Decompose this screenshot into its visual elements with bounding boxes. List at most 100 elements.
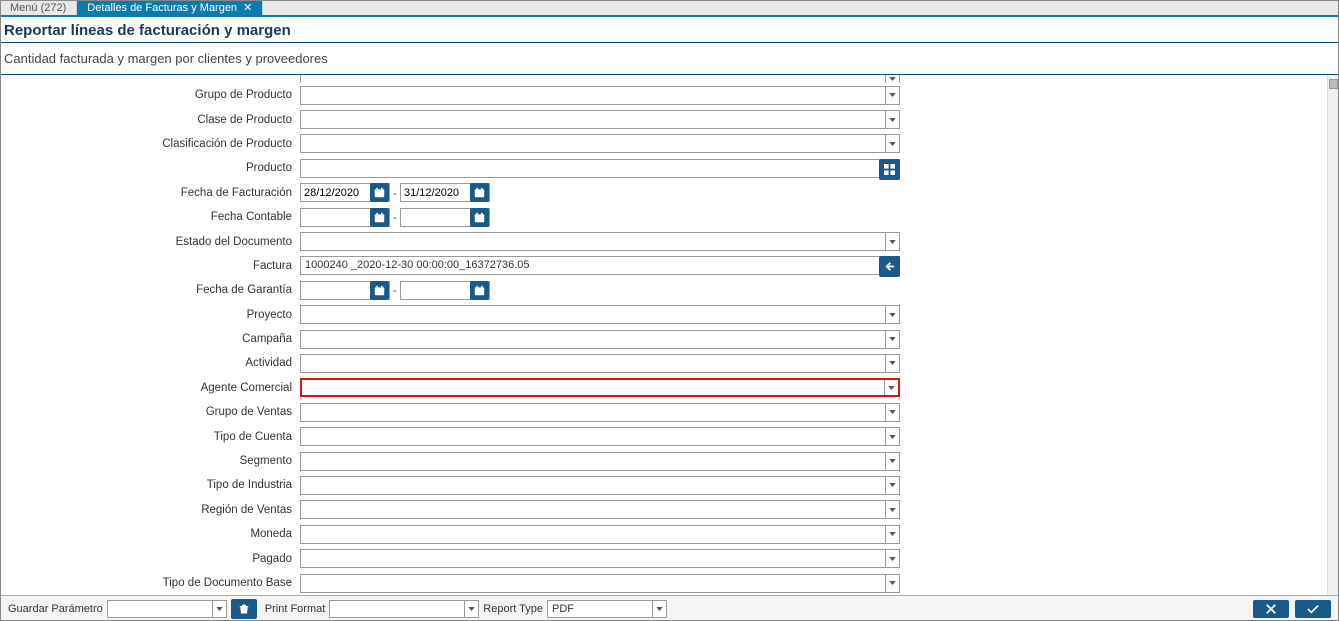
- footer-bar: Guardar Parámetro Print Format Report Ty…: [0, 595, 1339, 621]
- chevron-down-icon[interactable]: [885, 331, 899, 348]
- report-type-combo[interactable]: PDF: [547, 600, 667, 618]
- delete-button[interactable]: [231, 599, 257, 619]
- form-row: Clasificación de Producto: [0, 132, 1327, 156]
- combo-agente-comercial[interactable]: [300, 378, 900, 397]
- combo-actividad[interactable]: [300, 354, 900, 373]
- lookup-button[interactable]: [879, 159, 900, 180]
- combo-tipo-de-industria[interactable]: [300, 476, 900, 495]
- field-wrap: -: [300, 183, 900, 202]
- chevron-down-icon[interactable]: [885, 233, 899, 250]
- chevron-down-icon[interactable]: [885, 135, 899, 152]
- form-row: Tipo de Cuenta: [0, 424, 1327, 448]
- save-param-value: [108, 602, 116, 616]
- range-separator: -: [393, 283, 397, 297]
- date-input[interactable]: [300, 183, 390, 202]
- chevron-down-icon[interactable]: [885, 87, 899, 104]
- tab-active[interactable]: Detalles de Facturas y Margen ✕: [77, 0, 263, 15]
- field-wrap: [300, 354, 900, 373]
- combo-estado-del-documento[interactable]: [300, 232, 900, 251]
- field-label: Región de Ventas: [0, 504, 300, 516]
- form-row: Grupo de Ventas: [0, 400, 1327, 424]
- range-separator: -: [393, 210, 397, 224]
- field-label: Segmento: [0, 455, 300, 467]
- date-input[interactable]: [300, 208, 390, 227]
- chevron-down-icon[interactable]: [885, 111, 899, 128]
- field-wrap: [300, 452, 900, 471]
- chevron-down-icon[interactable]: [885, 453, 899, 470]
- form-row: Fecha de Garantía-: [0, 278, 1327, 302]
- field-wrap: [300, 525, 900, 544]
- scroll-thumb[interactable]: [1329, 79, 1338, 89]
- print-format-combo[interactable]: [329, 600, 479, 618]
- chevron-down-icon[interactable]: [885, 355, 899, 372]
- calendar-button[interactable]: [370, 183, 389, 202]
- tab-menu[interactable]: Menú (272): [0, 0, 77, 15]
- date-field[interactable]: [301, 283, 365, 297]
- field-label: Clase de Producto: [0, 114, 300, 126]
- truncated-combo[interactable]: [300, 75, 900, 83]
- field-wrap: [300, 159, 900, 178]
- field-label: Estado del Documento: [0, 236, 300, 248]
- field-wrap: [300, 403, 900, 422]
- combo-grupo-de-producto[interactable]: [300, 86, 900, 105]
- vertical-scrollbar[interactable]: [1327, 75, 1339, 597]
- date-field[interactable]: [301, 210, 365, 224]
- combo-value: [301, 355, 309, 371]
- combo-region-de-ventas[interactable]: [300, 500, 900, 519]
- field-label: Tipo de Cuenta: [0, 431, 300, 443]
- field-wrap: [300, 378, 900, 397]
- chevron-down-icon[interactable]: [885, 75, 899, 83]
- date-field[interactable]: [301, 186, 365, 200]
- form-row: Tipo de Industria: [0, 473, 1327, 497]
- field-wrap: [300, 500, 900, 519]
- combo-clase-de-producto[interactable]: [300, 110, 900, 129]
- chevron-down-icon[interactable]: [885, 477, 899, 494]
- chevron-down-icon[interactable]: [885, 575, 899, 592]
- combo-clasificacion-de-producto[interactable]: [300, 134, 900, 153]
- combo-campana[interactable]: [300, 330, 900, 349]
- lookup-button[interactable]: [879, 256, 900, 277]
- calendar-button[interactable]: [370, 281, 389, 300]
- save-param-combo[interactable]: [107, 600, 227, 618]
- chevron-down-icon[interactable]: [212, 601, 226, 617]
- confirm-button[interactable]: [1295, 600, 1331, 618]
- chevron-down-icon[interactable]: [884, 380, 898, 395]
- chevron-down-icon[interactable]: [885, 428, 899, 445]
- check-icon: [1306, 603, 1320, 615]
- field-wrap: [300, 305, 900, 324]
- chevron-down-icon[interactable]: [652, 601, 666, 617]
- calendar-button[interactable]: [470, 183, 489, 202]
- lookup-producto[interactable]: [300, 159, 900, 178]
- close-icon[interactable]: ✕: [243, 1, 252, 14]
- chevron-down-icon[interactable]: [885, 550, 899, 567]
- calendar-button[interactable]: [470, 281, 489, 300]
- combo-grupo-de-ventas[interactable]: [300, 403, 900, 422]
- date-input[interactable]: [400, 208, 490, 227]
- calendar-button[interactable]: [370, 208, 389, 227]
- field-label: Fecha de Facturación: [0, 187, 300, 199]
- date-input[interactable]: [400, 281, 490, 300]
- date-field[interactable]: [401, 210, 465, 224]
- chevron-down-icon[interactable]: [885, 501, 899, 518]
- form-row: Campaña: [0, 327, 1327, 351]
- cancel-button[interactable]: [1253, 600, 1289, 618]
- lookup-factura[interactable]: 1000240 _2020-12-30 00:00:00_16372736.05: [300, 256, 900, 275]
- combo-moneda[interactable]: [300, 525, 900, 544]
- field-wrap: [300, 86, 900, 105]
- calendar-button[interactable]: [470, 208, 489, 227]
- report-type-label: Report Type: [479, 603, 547, 615]
- field-label: Agente Comercial: [0, 382, 300, 394]
- combo-proyecto[interactable]: [300, 305, 900, 324]
- combo-pagado[interactable]: [300, 549, 900, 568]
- chevron-down-icon[interactable]: [885, 404, 899, 421]
- chevron-down-icon[interactable]: [464, 601, 478, 617]
- date-field[interactable]: [401, 186, 465, 200]
- date-input[interactable]: [300, 281, 390, 300]
- date-input[interactable]: [400, 183, 490, 202]
- date-field[interactable]: [401, 283, 465, 297]
- combo-segmento[interactable]: [300, 452, 900, 471]
- combo-tipo-de-documento-base[interactable]: [300, 574, 900, 593]
- chevron-down-icon[interactable]: [885, 526, 899, 543]
- combo-tipo-de-cuenta[interactable]: [300, 427, 900, 446]
- chevron-down-icon[interactable]: [885, 306, 899, 323]
